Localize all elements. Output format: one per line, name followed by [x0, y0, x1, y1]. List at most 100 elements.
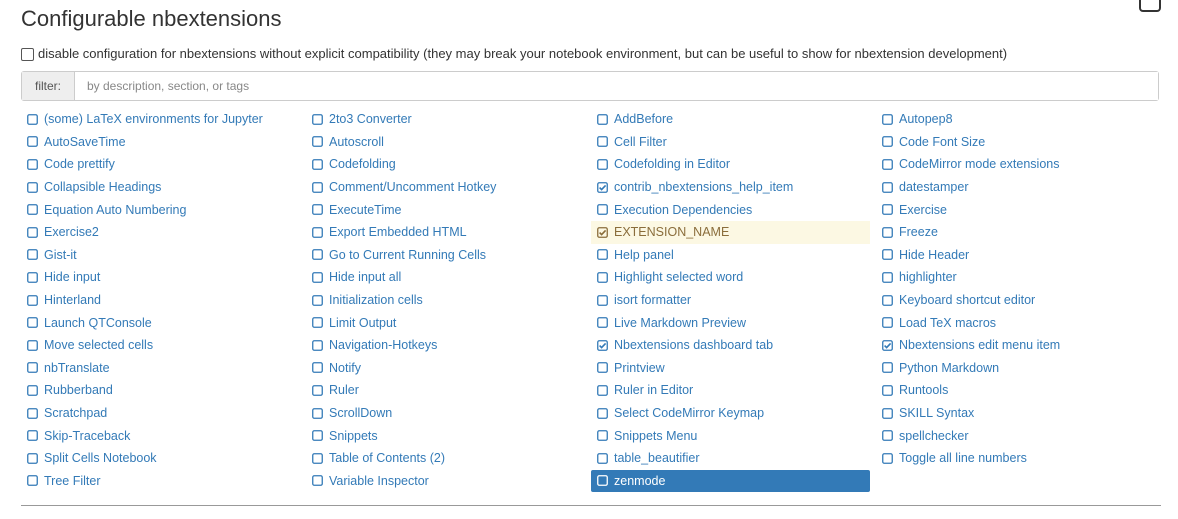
checkbox-icon[interactable]: [882, 272, 893, 283]
nbextension-item[interactable]: AddBefore: [591, 108, 870, 131]
nbextension-item[interactable]: Live Markdown Preview: [591, 311, 870, 334]
nbextension-item[interactable]: spellchecker: [876, 424, 1155, 447]
checkbox-icon[interactable]: [597, 407, 608, 419]
checkbox-icon[interactable]: [312, 204, 323, 216]
checkbox-icon[interactable]: [27, 136, 38, 148]
nbextension-item[interactable]: Exercise: [876, 198, 1155, 221]
filter-input[interactable]: [75, 72, 1158, 100]
nbextension-item[interactable]: ExecuteTime: [306, 198, 585, 221]
nbextension-item[interactable]: table_beautifier: [591, 447, 870, 470]
checkbox-icon[interactable]: [312, 452, 323, 464]
checkbox-icon[interactable]: [27, 362, 38, 374]
checkbox-icon[interactable]: [312, 272, 323, 283]
nbextension-item[interactable]: Hinterland: [21, 289, 300, 312]
checkbox-icon[interactable]: [597, 113, 608, 125]
checkbox-icon[interactable]: [27, 385, 38, 396]
checkbox-icon[interactable]: [312, 249, 323, 261]
nbextension-item[interactable]: Autopep8: [876, 108, 1155, 131]
checkbox-icon[interactable]: [882, 407, 893, 419]
checkbox-icon[interactable]: [882, 385, 893, 396]
checkbox-icon[interactable]: [27, 249, 38, 261]
checkbox-icon[interactable]: [312, 362, 323, 374]
nbextension-item[interactable]: Printview: [591, 357, 870, 380]
nbextension-item[interactable]: AutoSaveTime: [21, 131, 300, 154]
nbextension-item[interactable]: Code Font Size: [876, 131, 1155, 154]
checkbox-icon[interactable]: [882, 136, 893, 148]
nbextension-item[interactable]: Initialization cells: [306, 289, 585, 312]
nbextension-item[interactable]: Autoscroll: [306, 131, 585, 154]
nbextension-item[interactable]: Runtools: [876, 379, 1155, 402]
checkbox-icon[interactable]: [312, 159, 323, 170]
checkbox-icon[interactable]: [27, 159, 38, 170]
nbextension-item[interactable]: (some) LaTeX environments for Jupyter: [21, 108, 300, 131]
nbextension-item[interactable]: Codefolding: [306, 153, 585, 176]
checkbox-icon[interactable]: [882, 181, 893, 193]
checkbox-icon[interactable]: [27, 226, 38, 238]
checkbox-icon[interactable]: [312, 294, 323, 306]
checked-checkbox-icon[interactable]: [597, 339, 608, 351]
checkbox-icon[interactable]: [882, 113, 893, 125]
nbextension-item[interactable]: Launch QTConsole: [21, 311, 300, 334]
checkbox-icon[interactable]: [312, 317, 323, 329]
checkbox-icon[interactable]: [597, 294, 608, 306]
checkbox-icon[interactable]: [597, 204, 608, 216]
nbextension-item[interactable]: Cell Filter: [591, 131, 870, 154]
checkbox-icon[interactable]: [882, 204, 893, 216]
checkbox-icon[interactable]: [597, 452, 608, 464]
checkbox-icon[interactable]: [882, 226, 893, 238]
checkbox-icon[interactable]: [312, 113, 323, 125]
checkbox-icon[interactable]: [312, 226, 323, 238]
nbextension-item[interactable]: Hide Header: [876, 244, 1155, 267]
checkbox-icon[interactable]: [312, 181, 323, 193]
nbextension-item[interactable]: Select CodeMirror Keymap: [591, 402, 870, 425]
checkbox-icon[interactable]: [597, 317, 608, 329]
checkbox-icon[interactable]: [597, 272, 608, 283]
nbextension-item[interactable]: Code prettify: [21, 153, 300, 176]
reload-icon[interactable]: [1139, 0, 1161, 12]
nbextension-item[interactable]: Rubberband: [21, 379, 300, 402]
checkbox-icon[interactable]: [882, 159, 893, 170]
checkbox-icon[interactable]: [27, 294, 38, 306]
checkbox-icon[interactable]: [27, 272, 38, 283]
nbextension-item[interactable]: nbTranslate: [21, 357, 300, 380]
nbextension-item[interactable]: Snippets Menu: [591, 424, 870, 447]
checkbox-icon[interactable]: [27, 452, 38, 464]
nbextension-item[interactable]: Export Embedded HTML: [306, 221, 585, 244]
nbextension-item[interactable]: Limit Output: [306, 311, 585, 334]
checkbox-icon[interactable]: [597, 159, 608, 170]
checkbox-icon[interactable]: [597, 249, 608, 261]
checkbox-icon[interactable]: [27, 113, 38, 125]
nbextension-item[interactable]: Toggle all line numbers: [876, 447, 1155, 470]
nbextension-item[interactable]: Tree Filter: [21, 470, 300, 493]
checkbox-icon[interactable]: [312, 385, 323, 396]
nbextension-item[interactable]: Nbextensions dashboard tab: [591, 334, 870, 357]
nbextension-item[interactable]: Comment/Uncomment Hotkey: [306, 176, 585, 199]
checkbox-icon[interactable]: [27, 475, 38, 487]
checkbox-icon[interactable]: [882, 317, 893, 329]
nbextension-item[interactable]: Help panel: [591, 244, 870, 267]
nbextension-item[interactable]: Ruler in Editor: [591, 379, 870, 402]
checked-checkbox-icon[interactable]: [597, 181, 608, 193]
checkbox-icon[interactable]: [882, 452, 893, 464]
nbextension-item[interactable]: Snippets: [306, 424, 585, 447]
checkbox-icon[interactable]: [882, 249, 893, 261]
nbextension-item[interactable]: Collapsible Headings: [21, 176, 300, 199]
nbextension-item[interactable]: Skip-Traceback: [21, 424, 300, 447]
nbextension-item[interactable]: Go to Current Running Cells: [306, 244, 585, 267]
nbextension-item[interactable]: EXTENSION_NAME: [591, 220, 870, 244]
nbextension-item[interactable]: Scratchpad: [21, 402, 300, 425]
nbextension-item[interactable]: Split Cells Notebook: [21, 447, 300, 470]
checkbox-icon[interactable]: [312, 475, 323, 487]
nbextension-item[interactable]: Notify: [306, 357, 585, 380]
nbextension-item[interactable]: Navigation-Hotkeys: [306, 334, 585, 357]
checkbox-icon[interactable]: [882, 294, 893, 306]
nbextension-item[interactable]: Gist-it: [21, 244, 300, 267]
nbextension-item[interactable]: Highlight selected word: [591, 266, 870, 289]
nbextension-item[interactable]: Move selected cells: [21, 334, 300, 357]
checkbox-icon[interactable]: [882, 430, 893, 442]
checkbox-icon[interactable]: [597, 136, 608, 148]
nbextension-item[interactable]: Table of Contents (2): [306, 447, 585, 470]
checked-checkbox-icon[interactable]: [597, 226, 608, 238]
nbextension-item[interactable]: Ruler: [306, 379, 585, 402]
checkbox-icon[interactable]: [27, 317, 38, 329]
